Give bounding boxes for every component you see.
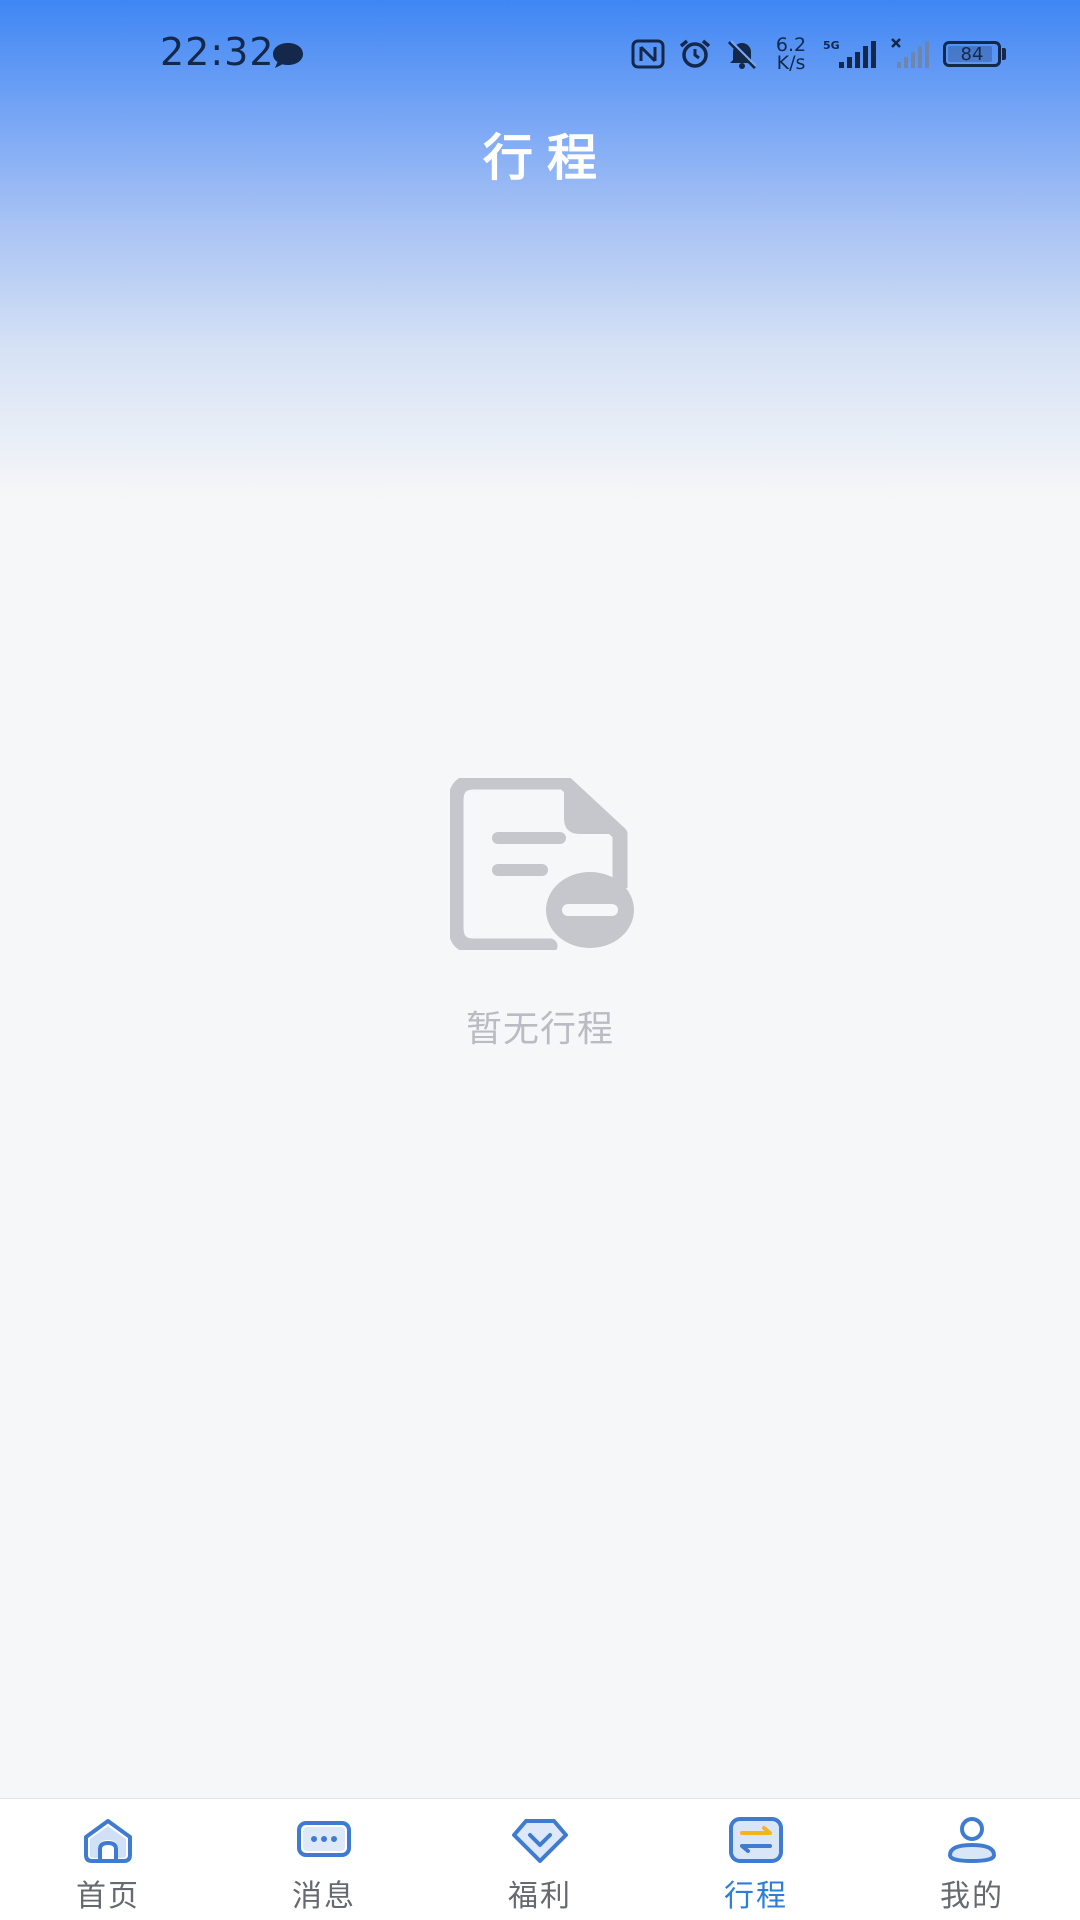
nav-item-profile[interactable]: 我的 <box>864 1799 1080 1915</box>
benefit-icon <box>512 1819 568 1863</box>
status-time: 22:32 <box>160 30 275 74</box>
bottom-nav: 首页 消息 福利 行程 我的 <box>0 1798 1080 1920</box>
signal-tag: 5G <box>823 39 840 52</box>
document-minus-icon <box>450 778 634 950</box>
signal-5g-icon: 5G <box>823 39 876 68</box>
battery-icon: 84 <box>943 41 1006 67</box>
nav-item-trips[interactable]: 行程 <box>648 1799 864 1915</box>
network-speed-unit: K/s <box>776 52 806 74</box>
message-bubble-icon <box>273 43 303 68</box>
empty-state-text: 暂无行程 <box>465 1009 614 1050</box>
alarm-icon <box>679 39 711 68</box>
nav-label-messages: 消息 <box>292 1879 356 1914</box>
nav-label-home: 首页 <box>76 1879 140 1914</box>
battery-cap <box>1002 48 1006 60</box>
network-speed: 6.2 K/s <box>771 36 811 74</box>
signal-no-service-icon <box>891 38 929 68</box>
nav-item-messages[interactable]: 消息 <box>216 1799 432 1915</box>
nfc-icon <box>631 39 665 69</box>
nav-label-profile: 我的 <box>940 1879 1004 1914</box>
trip-icon <box>729 1817 783 1863</box>
battery-level: 84 <box>960 43 984 65</box>
bell-off-icon <box>727 40 757 70</box>
battery-body: 84 <box>943 41 1001 67</box>
nav-label-benefits: 福利 <box>508 1879 572 1914</box>
page-title: 行程 <box>483 129 611 187</box>
status-icons: 6.2 K/s 5G 84 <box>631 34 1006 74</box>
nav-label-trips: 行程 <box>724 1879 788 1914</box>
profile-icon <box>947 1817 997 1864</box>
status-bar: 22:32 6.2 K/s 5G 84 <box>0 0 1080 110</box>
message-icon <box>297 1821 351 1857</box>
nav-item-benefits[interactable]: 福利 <box>432 1799 648 1915</box>
nav-item-home[interactable]: 首页 <box>0 1799 216 1915</box>
home-icon <box>84 1819 132 1863</box>
